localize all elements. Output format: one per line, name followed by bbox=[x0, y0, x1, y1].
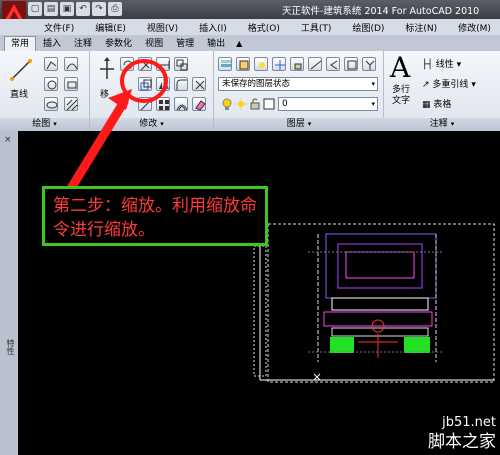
watermark-url: jb51.net bbox=[442, 415, 496, 430]
watermark-name: 脚本之家 bbox=[428, 432, 496, 452]
autocad-window: ▢ ▤ ▣ ↶ ↷ ⎙ 天正软件-建筑系统 2014 For AutoCAD 2… bbox=[0, 0, 500, 455]
step-callout-text: 第二步：缩放。利用缩放命令进行缩放。 bbox=[53, 196, 257, 240]
watermark: jb51.net 脚本之家 bbox=[428, 415, 496, 453]
step-callout: 第二步：缩放。利用缩放命令进行缩放。 bbox=[42, 186, 268, 246]
